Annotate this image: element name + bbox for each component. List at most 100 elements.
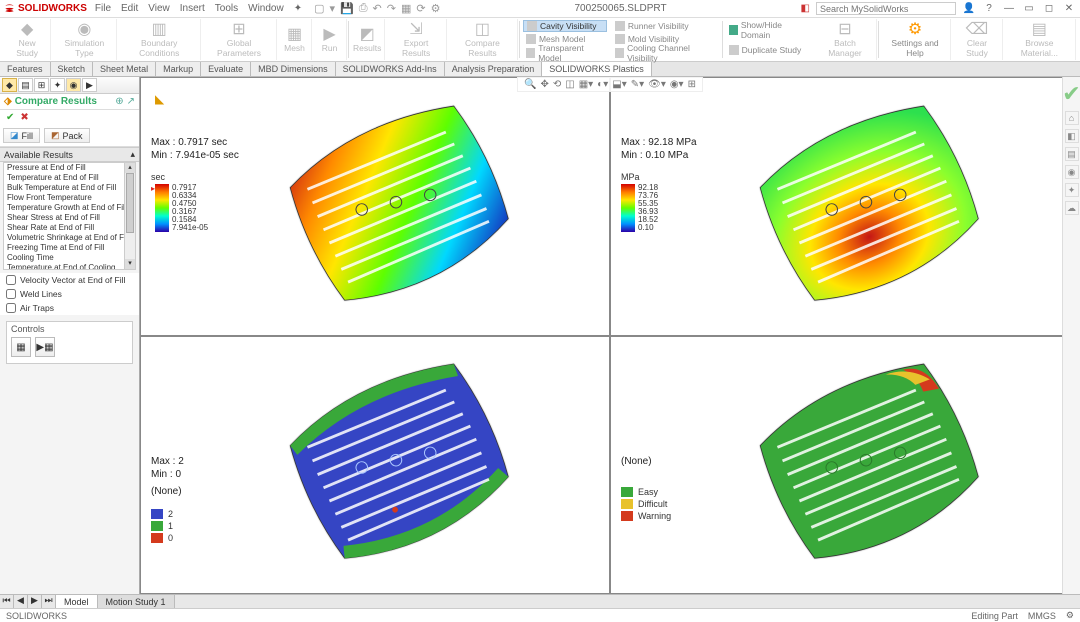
doc-tab-features[interactable]: Features	[0, 62, 51, 76]
ribbon-browse-material[interactable]: ▤Browse Material...	[1004, 19, 1076, 60]
doc-tab-solidworks-add-ins[interactable]: SOLIDWORKS Add-Ins	[336, 62, 445, 76]
ribbon-new-study[interactable]: ◆New Study	[4, 19, 51, 60]
doc-tab-solidworks-plastics[interactable]: SOLIDWORKS Plastics	[542, 62, 652, 76]
vp-display-icon[interactable]: ◐▾	[597, 79, 608, 90]
taskpane-appear-icon[interactable]: ◉	[1065, 165, 1079, 179]
pack-button[interactable]: ◩Pack	[44, 128, 90, 143]
vp-rotate-icon[interactable]: ⟲	[553, 79, 561, 90]
help-icon[interactable]: ?	[982, 2, 996, 16]
panel-tab-props-icon[interactable]: ▤	[18, 78, 33, 92]
panel-tab-config-icon[interactable]: ⊞	[34, 78, 49, 92]
vp-view-icon[interactable]: ▦▾	[579, 79, 593, 90]
menu-tools[interactable]: Tools	[215, 3, 238, 14]
status-units[interactable]: MMGS	[1028, 611, 1056, 621]
ribbon-runner-visibility[interactable]: Runner Visibility	[612, 20, 719, 32]
ribbon-results[interactable]: ◩Results	[350, 19, 385, 60]
vp-pan-icon[interactable]: ✥	[540, 79, 548, 90]
result-item[interactable]: Temperature at End of Fill	[4, 173, 135, 183]
qat-options-icon[interactable]: ⚙	[431, 2, 441, 15]
panel-tab-dims-icon[interactable]: ✦	[50, 78, 65, 92]
result-item[interactable]: Shear Rate at End of Fill	[4, 223, 135, 233]
doc-tab-sketch[interactable]: Sketch	[51, 62, 94, 76]
pane-numeric[interactable]: Max : 2 Min : 0 (None) 210	[140, 336, 610, 595]
vp-appear-icon[interactable]: ◉▾	[670, 79, 684, 90]
result-item[interactable]: Flow Front Temperature	[4, 193, 135, 203]
minimize-icon[interactable]: —	[1002, 2, 1016, 16]
qat-undo-icon[interactable]: ↶	[373, 2, 382, 15]
vp-edit-icon[interactable]: ✎▾	[631, 79, 644, 90]
confirm-icon[interactable]: ✔	[1062, 81, 1080, 107]
vp-scene-icon[interactable]: ⬓▾	[612, 79, 626, 90]
menu-edit[interactable]: Edit	[121, 3, 138, 14]
maximize-icon[interactable]: ◻	[1042, 2, 1056, 16]
tab-next-icon[interactable]: ▶	[28, 595, 42, 608]
taskpane-custom-icon[interactable]: ✦	[1065, 183, 1079, 197]
taskpane-props-icon[interactable]: ▤	[1065, 147, 1079, 161]
vp-section-icon[interactable]: ◫	[565, 79, 574, 90]
menu-file[interactable]: File	[95, 3, 111, 14]
qat-new-icon[interactable]: ▢	[314, 2, 324, 15]
fill-button[interactable]: ◪Fill	[3, 128, 40, 143]
pane-pressure[interactable]: Max : 92.18 MPa Min : 0.10 MPa MPa 92.18…	[610, 77, 1080, 336]
bottom-tab-model[interactable]: Model	[56, 595, 98, 608]
doc-tab-markup[interactable]: Markup	[156, 62, 201, 76]
airtrap-checkbox[interactable]	[6, 303, 16, 313]
doc-tab-analysis-preparation[interactable]: Analysis Preparation	[445, 62, 543, 76]
panel-tab-plastics-icon[interactable]: ▶	[82, 78, 97, 92]
velocity-checkbox-row[interactable]: Velocity Vector at End of Fill	[0, 273, 139, 287]
result-item[interactable]: Bulk Temperature at End of Fill	[4, 183, 135, 193]
ok-icon[interactable]: ✔	[6, 112, 14, 123]
result-item[interactable]: Temperature at End of Cooling	[4, 263, 135, 270]
result-item[interactable]: Cooling Time	[4, 253, 135, 263]
qat-print-icon[interactable]: ⎙	[359, 2, 368, 15]
login-icon[interactable]: 👤	[962, 2, 976, 16]
bottom-tab-motion[interactable]: Motion Study 1	[98, 595, 175, 608]
panel-expand-icon[interactable]: ⊕	[115, 96, 123, 107]
doc-tab-evaluate[interactable]: Evaluate	[201, 62, 251, 76]
menu-help-icon[interactable]: ✦	[294, 3, 302, 14]
ribbon-duplicate-study[interactable]: Duplicate Study	[726, 43, 811, 56]
panel-tab-tree-icon[interactable]: ◆	[2, 78, 17, 92]
ribbon-boundary[interactable]: ▥Boundary Conditions	[118, 19, 201, 60]
status-custom-icon[interactable]: ⚙	[1066, 610, 1074, 621]
search-input[interactable]	[816, 2, 956, 15]
velocity-checkbox[interactable]	[6, 275, 16, 285]
panel-pin-icon[interactable]: ↗	[127, 96, 135, 107]
weld-checkbox-row[interactable]: Weld Lines	[0, 287, 139, 301]
result-item[interactable]: Pressure at End of Fill	[4, 163, 135, 173]
graphics-viewport[interactable]: 🔍 ✥ ⟲ ◫ ▦▾ ◐▾ ⬓▾ ✎▾ 👁▾ ◉▾ ⊞ ◣ Max : 0.79…	[140, 77, 1080, 594]
pane-ease-of-fill[interactable]: (None) EasyDifficultWarning	[610, 336, 1080, 595]
ribbon-cavity-visibility[interactable]: Cavity Visibility	[523, 20, 607, 32]
ribbon-run[interactable]: ▶Run	[313, 19, 347, 60]
qat-redo-icon[interactable]: ↷	[387, 2, 396, 15]
doc-tab-mbd-dimensions[interactable]: MBD Dimensions	[251, 62, 336, 76]
restore-icon[interactable]: ▭	[1022, 2, 1036, 16]
taskpane-design-icon[interactable]: ◧	[1065, 129, 1079, 143]
ribbon-show-hide-domain[interactable]: Show/Hide Domain	[726, 23, 811, 36]
ribbon-compare[interactable]: ◫Compare Results	[448, 19, 518, 60]
scroll-up-icon[interactable]: ▴	[125, 163, 135, 173]
result-item[interactable]: Volumetric Shrinkage at End of Fill	[4, 233, 135, 243]
collapse-icon[interactable]: ▴	[130, 149, 135, 160]
ribbon-export[interactable]: ⇲Export Results	[386, 19, 447, 60]
tab-prev-icon[interactable]: ◀	[14, 595, 28, 608]
menu-view[interactable]: View	[148, 3, 170, 14]
qat-save-icon[interactable]: 💾	[340, 2, 354, 15]
ribbon-cooling-visibility[interactable]: Cooling Channel Visibility	[612, 46, 719, 59]
ribbon-clear-study[interactable]: ⌫Clear Study	[952, 19, 1002, 60]
qat-select-icon[interactable]: ▦	[401, 2, 411, 15]
taskpane-home-icon[interactable]: ⌂	[1065, 111, 1079, 125]
pane-fill-time[interactable]: ◣ Max : 0.7917 sec Min : 7.941e-05 sec s…	[140, 77, 610, 336]
tab-first-icon[interactable]: ⏮	[0, 595, 14, 608]
controls-play-button[interactable]: ▦	[11, 337, 31, 357]
ribbon-sim-type[interactable]: ◉Simulation Type	[52, 19, 117, 60]
taskpane-forum-icon[interactable]: ☁	[1065, 201, 1079, 215]
ribbon-settings-help[interactable]: ⚙Settings and Help	[880, 19, 952, 60]
available-results-header[interactable]: Available Results▴	[0, 147, 139, 162]
scroll-down-icon[interactable]: ▾	[125, 259, 135, 269]
cancel-icon[interactable]: ✖	[20, 112, 28, 123]
list-scrollbar[interactable]: ▴ ▾	[124, 163, 135, 269]
result-item[interactable]: Shear Stress at End of Fill	[4, 213, 135, 223]
ribbon-global-params[interactable]: ⊞Global Parameters	[202, 19, 277, 60]
qat-open-icon[interactable]: ▾	[330, 2, 336, 15]
